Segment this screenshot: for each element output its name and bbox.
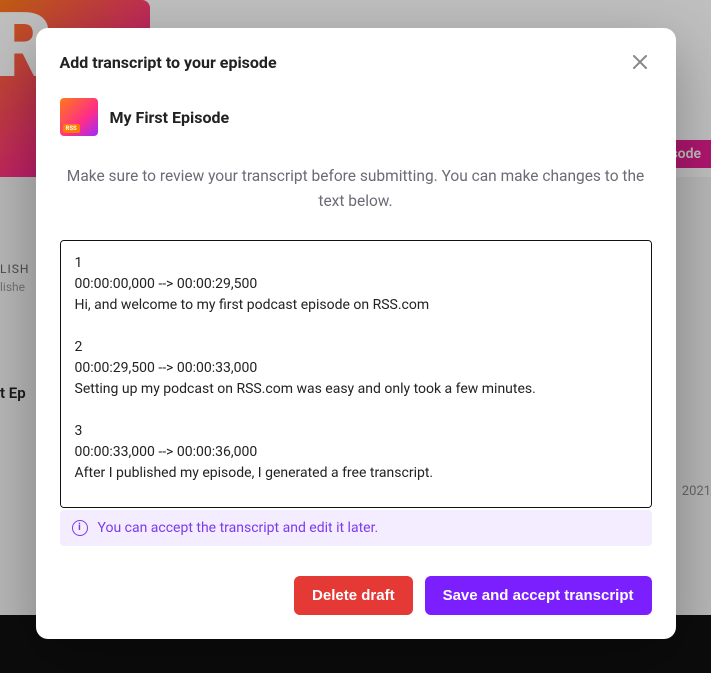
instruction-text: Make sure to review your transcript befo… — [60, 164, 652, 214]
close-button[interactable] — [628, 50, 652, 74]
transcript-modal: Add transcript to your episode RSS My Fi… — [36, 28, 676, 639]
save-accept-button[interactable]: Save and accept transcript — [425, 576, 652, 615]
info-bar: i You can accept the transcript and edit… — [60, 510, 652, 546]
info-text: You can accept the transcript and edit i… — [98, 520, 379, 536]
modal-header: Add transcript to your episode — [60, 50, 652, 74]
episode-name: My First Episode — [110, 108, 230, 127]
modal-title: Add transcript to your episode — [60, 53, 277, 72]
episode-thumbnail: RSS — [60, 98, 98, 136]
delete-draft-button[interactable]: Delete draft — [294, 576, 413, 615]
episode-row: RSS My First Episode — [60, 98, 652, 136]
close-icon — [631, 53, 649, 71]
info-icon: i — [72, 520, 88, 536]
transcript-textarea[interactable] — [60, 240, 652, 508]
modal-actions: Delete draft Save and accept transcript — [60, 576, 652, 615]
modal-overlay: Add transcript to your episode RSS My Fi… — [0, 0, 711, 673]
rss-badge: RSS — [63, 124, 80, 133]
